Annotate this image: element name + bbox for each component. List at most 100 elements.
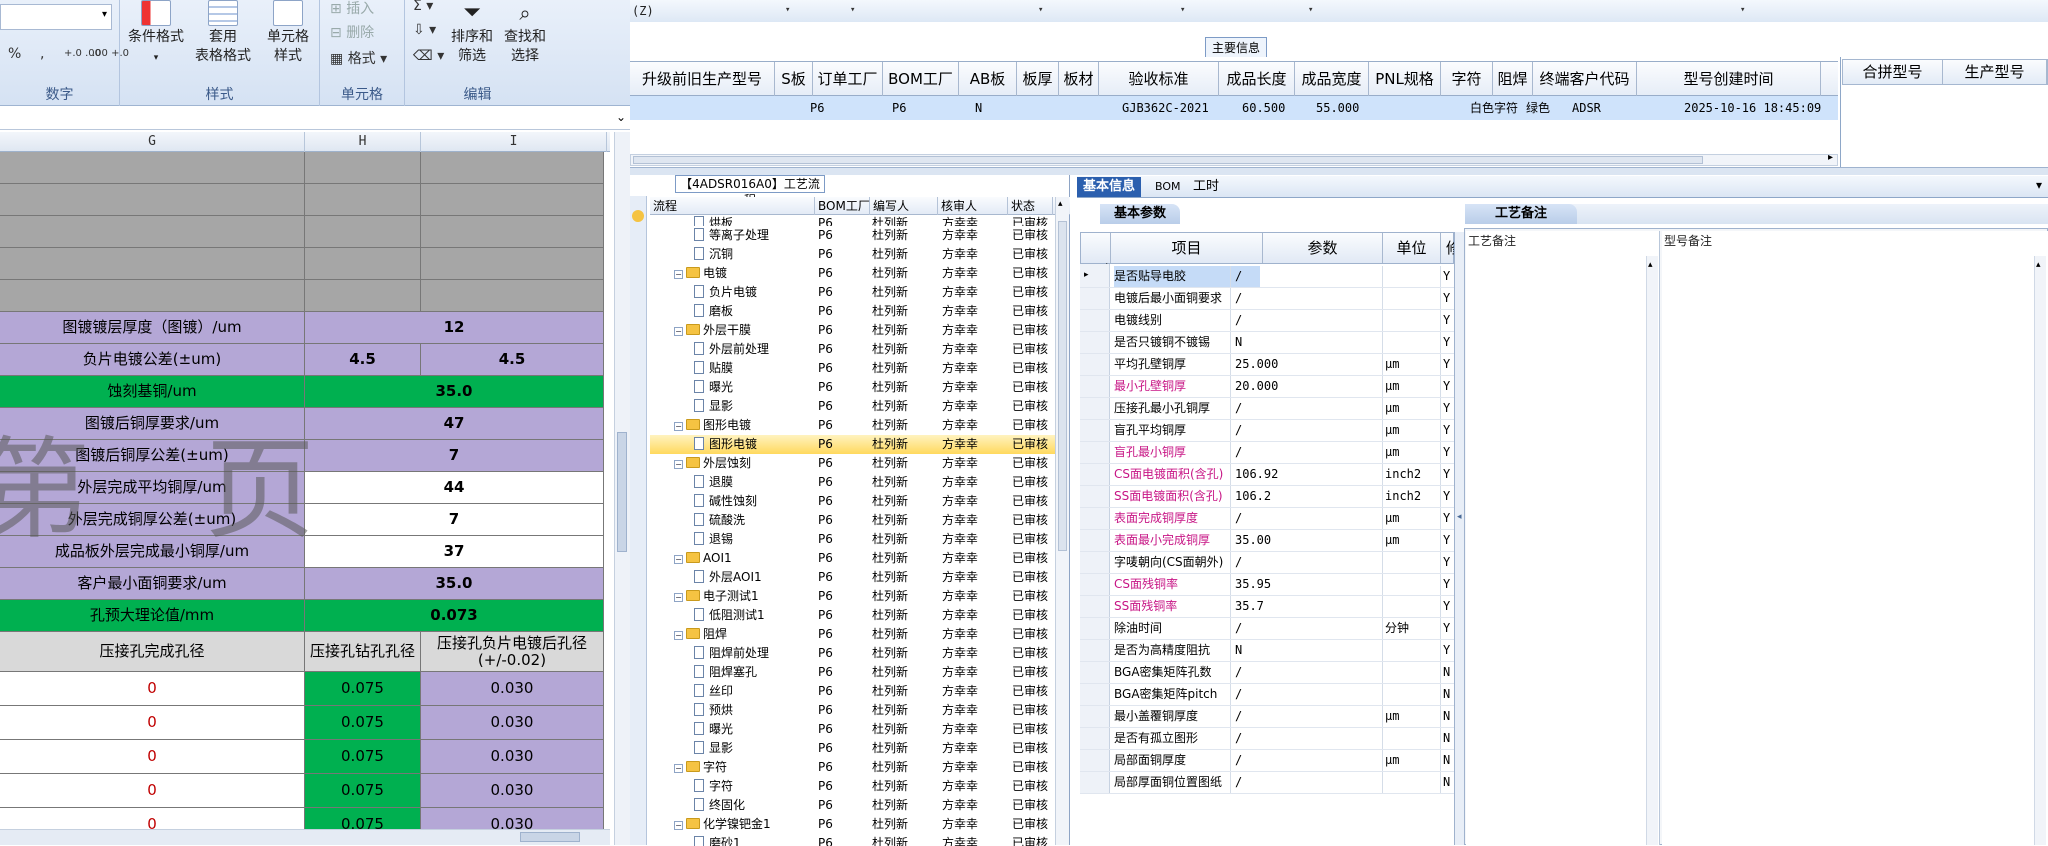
param-value[interactable]: 25.000	[1230, 354, 1346, 375]
param-value[interactable]: /	[1230, 706, 1346, 727]
tree-node[interactable]: 显影 P6 杜列新 方幸幸 已审核	[650, 739, 1060, 758]
tree-node[interactable]: 退膜 P6 杜列新 方幸幸 已审核	[650, 473, 1060, 492]
tree-node[interactable]: 字符 P6 杜列新 方幸幸 已审核	[650, 777, 1060, 796]
param-row[interactable]: 盲孔平均铜厚 / μm Y	[1080, 420, 1454, 442]
param-value[interactable]: /	[1230, 618, 1346, 639]
cell-h-merged[interactable]: 35.0	[305, 568, 604, 599]
collapse-toggle-icon[interactable]: −	[674, 555, 683, 564]
cell-h-merged[interactable]: 0.073	[305, 600, 604, 631]
scroll-thumb[interactable]	[520, 832, 580, 842]
grid-header-cell[interactable]: 终端客户代码	[1533, 62, 1637, 97]
param-modify-flag[interactable]: Y	[1440, 508, 1454, 529]
data-cell-h[interactable]: 0.075	[305, 774, 421, 807]
tree-node[interactable]: 阻焊前处理 P6 杜列新 方幸幸 已审核	[650, 644, 1060, 663]
cell-i[interactable]	[421, 184, 604, 215]
grid-header-cell[interactable]: 升级前旧生产型号	[630, 62, 775, 97]
model-note-field[interactable]	[1662, 231, 2048, 845]
tree-node[interactable]: 贴膜 P6 杜列新 方幸幸 已审核	[650, 359, 1060, 378]
tree-node[interactable]: 负片电镀 P6 杜列新 方幸幸 已审核	[650, 283, 1060, 302]
cell-g[interactable]: 外层完成铜厚公差(±um)	[0, 504, 305, 535]
clear-button[interactable]: ⌫ ▾	[413, 48, 444, 64]
param-row[interactable]: 表面最小完成铜厚 35.00 μm Y	[1080, 530, 1454, 552]
tree-node[interactable]: − 化学镍钯金1 P6 杜列新 方幸幸 已审核	[650, 815, 1060, 834]
subheader-cell-i[interactable]: 压接孔负片电镀后孔径(+/-0.02)	[421, 632, 604, 671]
tab-basic-info[interactable]: 基本信息	[1077, 177, 1142, 197]
param-modify-flag[interactable]: Y	[1440, 640, 1454, 661]
process-note-field[interactable]	[1466, 231, 1660, 845]
tree-header-process[interactable]: 流程	[650, 197, 815, 215]
collapse-toggle-icon[interactable]: −	[674, 821, 683, 830]
param-row[interactable]: SS面残铜率 35.7 Y	[1080, 596, 1454, 618]
param-row[interactable]: BGA密集矩阵pitch / N	[1080, 684, 1454, 706]
cell-g[interactable]: 负片电镀公差(±um)	[0, 344, 305, 375]
param-value[interactable]: N	[1230, 332, 1346, 353]
param-modify-flag[interactable]: Y	[1440, 398, 1454, 419]
param-row[interactable]: 电镀后最小面铜要求 / Y	[1080, 288, 1454, 310]
data-cell-i[interactable]: 0.030	[421, 706, 604, 739]
cell-g[interactable]: 图镀镀层厚度（图镀）/um	[0, 312, 305, 343]
subheader-cell-h[interactable]: 压接孔钻孔孔径	[305, 632, 421, 671]
collapse-toggle-icon[interactable]: −	[674, 631, 683, 640]
param-row[interactable]: 是否为高精度阻抗 N Y	[1080, 640, 1454, 662]
subheader-cell-g[interactable]: 压接孔完成孔径	[0, 632, 305, 671]
sheet-vertical-scrollbar[interactable]	[614, 132, 630, 845]
param-value[interactable]: /	[1230, 772, 1346, 793]
collapse-toggle-icon[interactable]: −	[674, 327, 683, 336]
tree-node[interactable]: 曝光 P6 杜列新 方幸幸 已审核	[650, 720, 1060, 739]
arrow-up-icon[interactable]: ▴	[1058, 199, 1063, 209]
tree-node[interactable]: 烘板 P6 杜列新 方幸幸 已审核	[650, 214, 1060, 226]
data-cell-h[interactable]: 0.075	[305, 740, 421, 773]
tree-node[interactable]: − 阻焊 P6 杜列新 方幸幸 已审核	[650, 625, 1060, 644]
chevron-down-icon[interactable]: ▾	[785, 5, 790, 15]
param-modify-flag[interactable]: N	[1440, 706, 1454, 727]
grid-header-cell[interactable]: 阻焊	[1493, 62, 1533, 97]
tree-node[interactable]: 阻焊塞孔 P6 杜列新 方幸幸 已审核	[650, 663, 1060, 682]
tree-header-status[interactable]: 状态	[1008, 197, 1053, 215]
tree-node[interactable]: − 电镀 P6 杜列新 方幸幸 已审核	[650, 264, 1060, 283]
production-model-header[interactable]: 生产型号	[1943, 60, 2047, 84]
cell-g[interactable]	[0, 152, 305, 183]
cell-g[interactable]: 图镀后铜厚要求/um	[0, 408, 305, 439]
params-header-unit[interactable]: 单位	[1383, 233, 1441, 263]
param-value[interactable]: /	[1230, 508, 1346, 529]
param-row[interactable]: 局部厚面铜位置图纸 / N	[1080, 772, 1454, 794]
param-modify-flag[interactable]: Y	[1440, 288, 1454, 309]
collapse-toggle-icon[interactable]: −	[674, 460, 683, 469]
param-modify-flag[interactable]: Y	[1440, 376, 1454, 397]
param-value[interactable]: /	[1230, 684, 1346, 705]
format-as-table-button[interactable]: 套用 表格格式	[190, 0, 256, 66]
param-modify-flag[interactable]: N	[1440, 772, 1454, 793]
param-row[interactable]: 最小盖覆铜厚度 / μm N	[1080, 706, 1454, 728]
cell-g[interactable]: 成品板外层完成最小铜厚/um	[0, 536, 305, 567]
column-header-g[interactable]: G	[0, 132, 305, 152]
sheet-horizontal-scrollbar[interactable]	[0, 829, 610, 845]
tree-node[interactable]: 磨板 P6 杜列新 方幸幸 已审核	[650, 302, 1060, 321]
grid-header-cell[interactable]: 订单工厂	[813, 62, 883, 97]
data-cell-i[interactable]: 0.030	[421, 740, 604, 773]
horizontal-splitter[interactable]	[630, 167, 2048, 175]
chevron-down-icon[interactable]: ▾	[1038, 5, 1043, 15]
insert-button[interactable]: ⊞ 插入	[330, 0, 374, 18]
cell-h-merged[interactable]: 7	[305, 440, 604, 471]
param-modify-flag[interactable]: Y	[1440, 530, 1454, 551]
tree-node[interactable]: 等离子处理 P6 杜列新 方幸幸 已审核	[650, 226, 1060, 245]
param-row[interactable]: BGA密集矩阵孔数 / N	[1080, 662, 1454, 684]
tree-header-bom[interactable]: BOM工厂	[815, 197, 870, 215]
param-value[interactable]: /	[1230, 662, 1346, 683]
param-value[interactable]: /	[1230, 310, 1346, 331]
merge-model-header[interactable]: 合拼型号	[1843, 60, 1943, 84]
tree-node[interactable]: − 字符 P6 杜列新 方幸幸 已审核	[650, 758, 1060, 777]
param-row[interactable]: SS面电镀面积(含孔) 106.2 inch2 Y	[1080, 486, 1454, 508]
grid-header-cell[interactable]: 成品长度	[1219, 62, 1295, 97]
cell-i[interactable]	[421, 152, 604, 183]
expand-formula-icon[interactable]: ⌄	[616, 110, 626, 124]
basic-params-tab[interactable]: 基本参数	[1100, 204, 1180, 224]
tree-node[interactable]: 低阻测试1 P6 杜列新 方幸幸 已审核	[650, 606, 1060, 625]
chevron-down-icon[interactable]: ▾	[1308, 5, 1313, 15]
param-row[interactable]: 平均孔壁铜厚 25.000 μm Y	[1080, 354, 1454, 376]
grid-header-cell[interactable]: BOM工厂	[883, 62, 959, 97]
data-cell-h[interactable]: 0.075	[305, 672, 421, 705]
chevron-down-icon[interactable]: ▾	[850, 5, 855, 15]
param-value[interactable]: /	[1230, 398, 1346, 419]
param-modify-flag[interactable]: Y	[1440, 420, 1454, 441]
